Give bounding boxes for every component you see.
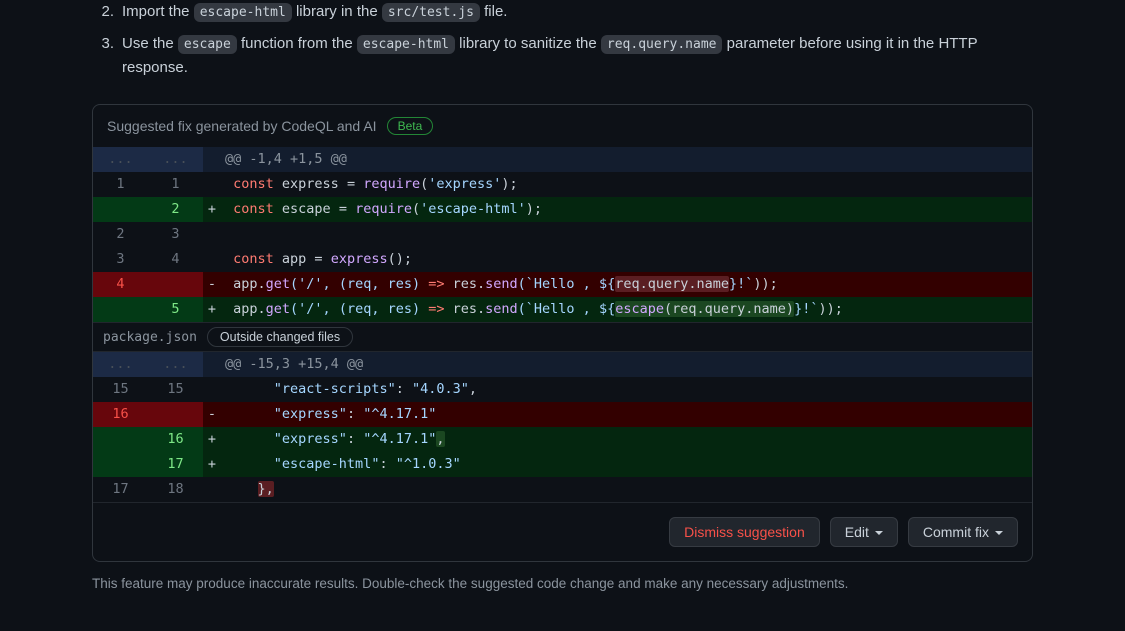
hunk-text: @@ -1,4 +1,5 @@ [221, 147, 1032, 172]
instruction-item: 3. Use the escape function from the esca… [92, 32, 1033, 80]
code-line: "escape-html": "^1.0.3" [221, 452, 1032, 477]
dismiss-suggestion-button[interactable]: Dismiss suggestion [669, 517, 820, 547]
code-inline: escape-html [357, 35, 455, 54]
beta-badge: Beta [387, 117, 434, 135]
panel-header: Suggested fix generated by CodeQL and AI… [93, 105, 1032, 147]
diff-line-added: 5 + app.get('/', (req, res) => res.send(… [93, 297, 1032, 322]
diff-line-added: 16 + "express": "^4.17.1", [93, 427, 1032, 452]
code-line: "express": "^4.17.1" [221, 402, 1032, 427]
instructions-list: 2. Import the escape-html library in the… [0, 0, 1125, 80]
filename-label[interactable]: package.json [103, 330, 197, 345]
list-text: Use the escape function from the escape-… [122, 32, 1033, 80]
diff-line-removed: 16 - "express": "^4.17.1" [93, 402, 1032, 427]
diff-line: 17 18 }, [93, 477, 1032, 502]
instruction-item: 2. Import the escape-html library in the… [92, 0, 1033, 24]
diff-line-removed: 4 - app.get('/', (req, res) => res.send(… [93, 272, 1032, 297]
suggested-fix-panel: Suggested fix generated by CodeQL and AI… [92, 104, 1033, 562]
hunk-header: ... ... @@ -1,4 +1,5 @@ [93, 147, 1032, 172]
diff-line-added: 2 + const escape = require('escape-html'… [93, 197, 1032, 222]
diff-line: 2 3 [93, 222, 1032, 247]
file-separator: package.json Outside changed files [93, 322, 1032, 352]
panel-actions: Dismiss suggestion Edit Commit fix [93, 502, 1032, 561]
outside-files-pill: Outside changed files [207, 327, 353, 347]
code-line: const app = express(); [221, 247, 1032, 272]
gutter-right[interactable]: ... [148, 147, 203, 172]
diff-line: 3 4 const app = express(); [93, 247, 1032, 272]
code-line: const escape = require('escape-html'); [221, 197, 1032, 222]
gutter-left[interactable]: ... [93, 147, 148, 172]
hunk-header: ... ... @@ -15,3 +15,4 @@ [93, 352, 1032, 377]
diff-line: 15 15 "react-scripts": "4.0.3", [93, 377, 1032, 402]
panel-header-text: Suggested fix generated by CodeQL and AI [107, 118, 377, 134]
code-inline: escape-html [194, 3, 292, 22]
code-line: app.get('/', (req, res) => res.send(`Hel… [221, 272, 1032, 297]
code-line: "express": "^4.17.1", [221, 427, 1032, 452]
code-line: const express = require('express'); [221, 172, 1032, 197]
disclaimer-text: This feature may produce inaccurate resu… [92, 576, 1033, 591]
code-inline: src/test.js [382, 3, 480, 22]
commit-fix-button[interactable]: Commit fix [908, 517, 1018, 547]
code-line: "react-scripts": "4.0.3", [221, 377, 1032, 402]
code-line: app.get('/', (req, res) => res.send(`Hel… [221, 297, 1032, 322]
list-text: Import the escape-html library in the sr… [122, 0, 1033, 24]
code-inline: req.query.name [601, 35, 723, 54]
code-inline: escape [178, 35, 237, 54]
code-line [221, 222, 1032, 247]
diff-block-2: ... ... @@ -15,3 +15,4 @@ 15 15 "react-s… [93, 352, 1032, 502]
code-line: }, [221, 477, 1032, 502]
list-number: 3. [92, 32, 114, 80]
edit-button[interactable]: Edit [830, 517, 898, 547]
diff-block-1: ... ... @@ -1,4 +1,5 @@ 1 1 const expres… [93, 147, 1032, 322]
diff-line: 1 1 const express = require('express'); [93, 172, 1032, 197]
diff-line-added: 17 + "escape-html": "^1.0.3" [93, 452, 1032, 477]
list-number: 2. [92, 0, 114, 24]
